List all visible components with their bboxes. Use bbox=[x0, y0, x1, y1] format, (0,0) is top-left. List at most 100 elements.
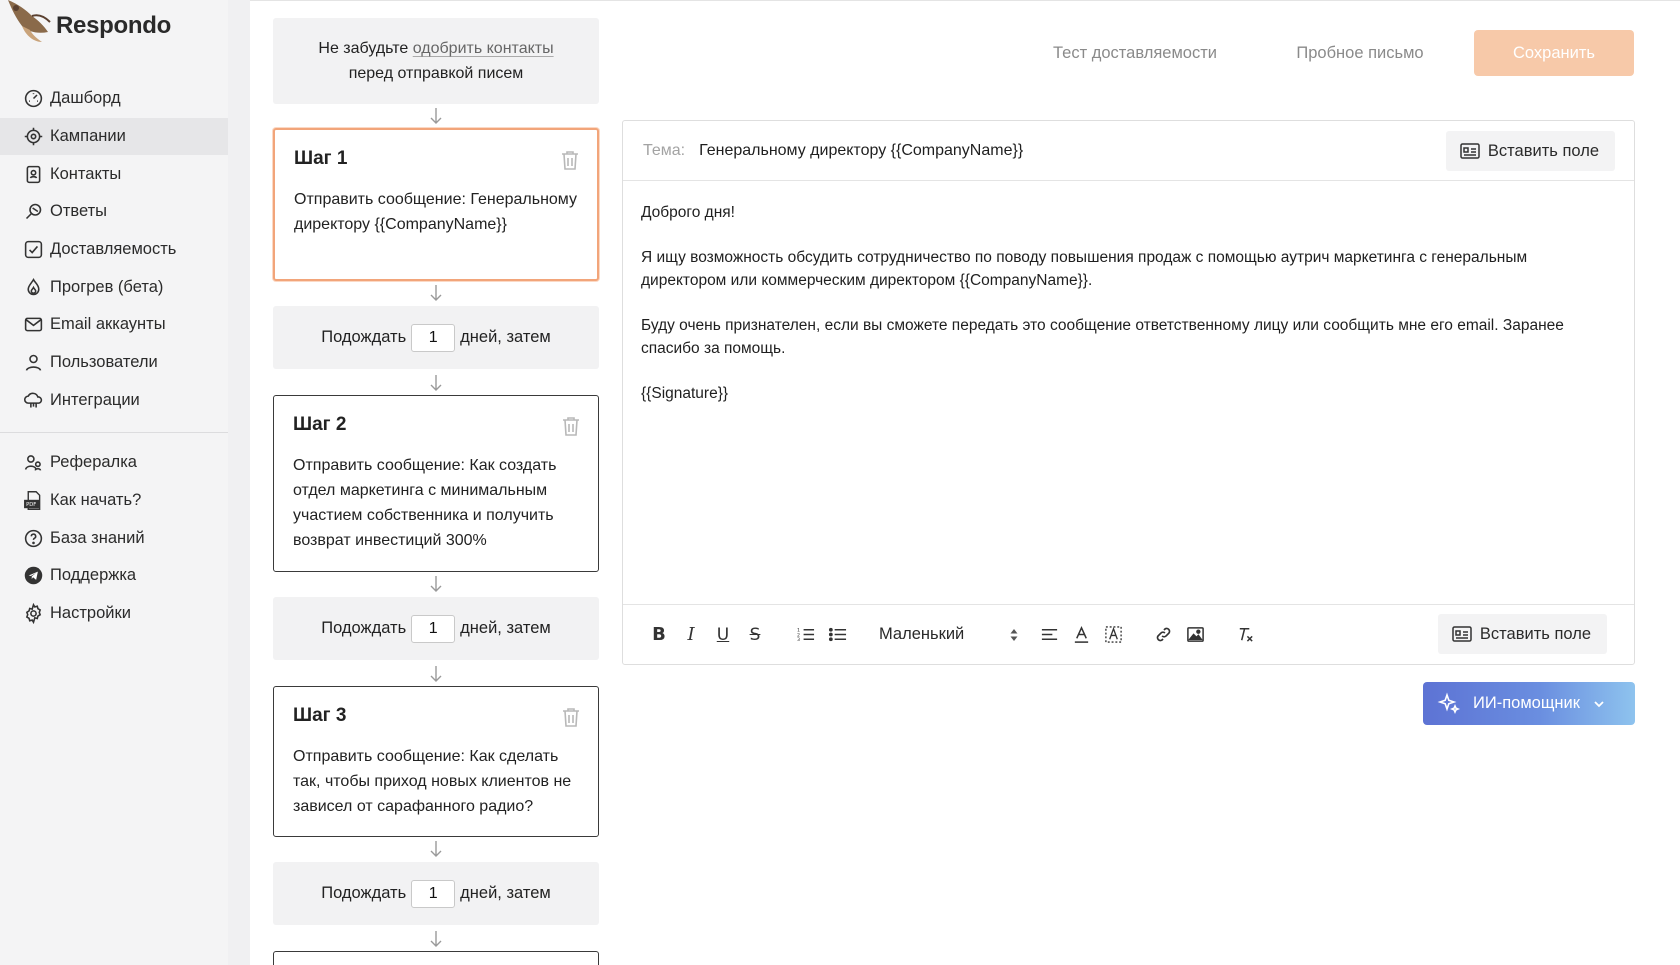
arrow-down-icon bbox=[428, 374, 444, 392]
secondary-nav: Рефералка PDF Как начать? База знаний По… bbox=[0, 444, 228, 632]
align-left-icon[interactable] bbox=[1033, 619, 1065, 651]
bullet-list-icon[interactable] bbox=[821, 619, 853, 651]
arrow-down-icon bbox=[428, 665, 444, 683]
main-nav: Дашборд Кампании Контакты Ответы Доставл… bbox=[0, 80, 228, 419]
sidebar-item-settings[interactable]: Настройки bbox=[0, 595, 228, 633]
sidebar-item-label: Email аккаунты bbox=[50, 315, 166, 334]
user-icon bbox=[22, 352, 44, 374]
italic-button[interactable]: I bbox=[675, 619, 707, 651]
wait-days-input[interactable] bbox=[411, 879, 456, 908]
sidebar-item-knowledge-base[interactable]: База знаний bbox=[0, 519, 228, 557]
sidebar-item-contacts[interactable]: Контакты bbox=[0, 155, 228, 193]
wait-suffix: дней, затем bbox=[460, 328, 551, 346]
step-card-2[interactable]: Шаг 2 Отправить сообщение: Как создать о… bbox=[273, 395, 599, 572]
sidebar-item-replies[interactable]: Ответы bbox=[0, 193, 228, 231]
background-color-icon[interactable] bbox=[1097, 619, 1129, 651]
test-email-button[interactable]: Пробное письмо bbox=[1280, 30, 1440, 76]
save-button[interactable]: Сохранить bbox=[1474, 30, 1634, 76]
sidebar-item-referral[interactable]: Рефералка bbox=[0, 444, 228, 482]
insert-field-button-subject[interactable]: Вставить поле bbox=[1445, 131, 1615, 171]
sidebar-item-campaigns[interactable]: Кампании bbox=[0, 117, 228, 156]
trash-icon[interactable] bbox=[561, 150, 579, 170]
chevron-down-icon bbox=[1594, 700, 1604, 707]
sidebar-item-label: Ответы bbox=[50, 202, 108, 221]
sidebar-item-label: База знаний bbox=[50, 528, 145, 547]
underline-button[interactable]: U bbox=[707, 619, 739, 651]
arrow-down-icon bbox=[428, 840, 444, 858]
id-card-icon bbox=[1452, 626, 1472, 642]
sparkles-icon bbox=[1437, 692, 1461, 714]
wait-prefix: Подождать bbox=[321, 328, 407, 346]
body-paragraph: Доброго дня! bbox=[641, 204, 735, 221]
wait-days-input[interactable] bbox=[411, 323, 456, 352]
step-body: Отправить сообщение: Как сделать так, чт… bbox=[293, 748, 572, 815]
sidebar-item-label: Настройки bbox=[50, 604, 131, 623]
font-size-select[interactable]: Маленький bbox=[879, 625, 1019, 644]
question-circle-icon bbox=[22, 527, 44, 549]
step-title: Шаг 1 bbox=[294, 148, 348, 169]
deliverability-test-button[interactable]: Тест доставляемости bbox=[1040, 30, 1230, 76]
step-title: Шаг 3 bbox=[293, 705, 347, 726]
insert-field-button-body[interactable]: Вставить поле bbox=[1437, 614, 1607, 654]
sidebar-item-label: Доставляемость bbox=[50, 240, 177, 259]
top-border bbox=[250, 0, 1680, 1]
image-icon[interactable] bbox=[1179, 619, 1211, 651]
font-size-value: Маленький bbox=[879, 625, 965, 643]
referral-users-icon bbox=[22, 452, 44, 474]
insert-field-label: Вставить поле bbox=[1479, 624, 1591, 643]
bold-button[interactable]: B bbox=[643, 619, 675, 651]
email-editor: Тема: Генеральному директору {{CompanyNa… bbox=[622, 120, 1635, 665]
step-card-3[interactable]: Шаг 3 Отправить сообщение: Как сделать т… bbox=[273, 686, 599, 837]
text-color-icon[interactable] bbox=[1065, 619, 1097, 651]
step-body: Отправить сообщение: Как создать отдел м… bbox=[293, 457, 557, 549]
gear-icon bbox=[22, 603, 44, 625]
note-text-suffix: перед отправкой писем bbox=[348, 65, 524, 82]
sidebar-item-deliverability[interactable]: Доставляемость bbox=[0, 231, 228, 269]
arrow-down-icon bbox=[428, 284, 444, 302]
step-card-4[interactable] bbox=[273, 951, 599, 965]
trash-icon[interactable] bbox=[562, 707, 580, 727]
sidebar-item-integrations[interactable]: Интеграции bbox=[0, 382, 228, 420]
wait-prefix: Подождать bbox=[321, 619, 407, 637]
sidebar-item-label: Кампании bbox=[50, 127, 126, 146]
sidebar-item-dashboard[interactable]: Дашборд bbox=[0, 80, 228, 118]
arrow-down-icon bbox=[428, 107, 444, 125]
subject-row: Тема: Генеральному директору {{CompanyNa… bbox=[623, 121, 1634, 181]
approve-contacts-link[interactable]: одобрить контакты bbox=[413, 40, 554, 57]
link-icon[interactable] bbox=[1147, 619, 1179, 651]
wait-days-input[interactable] bbox=[411, 614, 456, 643]
trash-icon[interactable] bbox=[562, 416, 580, 436]
updown-chevron-icon bbox=[1010, 628, 1018, 641]
body-paragraph: Буду очень признателен, если вы сможете … bbox=[641, 317, 1564, 357]
clear-formatting-icon[interactable] bbox=[1229, 619, 1261, 651]
subject-input[interactable]: Генеральному директору {{CompanyName}} bbox=[699, 142, 1023, 160]
flame-icon bbox=[22, 276, 44, 298]
sidebar-item-getting-started[interactable]: PDF Как начать? bbox=[0, 482, 228, 520]
sidebar-item-warmup[interactable]: Прогрев (бета) bbox=[0, 268, 228, 306]
checkbox-icon bbox=[22, 239, 44, 261]
step-title: Шаг 2 bbox=[293, 414, 347, 435]
approve-contacts-note: Не забудьте одобрить контакты перед отпр… bbox=[273, 18, 599, 104]
sidebar: Respondo Дашборд Кампании Контакты Ответ… bbox=[0, 0, 228, 965]
sidebar-item-label: Как начать? bbox=[50, 491, 142, 510]
sidebar-item-email-accounts[interactable]: Email аккаунты bbox=[0, 306, 228, 344]
sidebar-item-users[interactable]: Пользователи bbox=[0, 344, 228, 382]
email-body[interactable]: Доброго дня! Я ищу возможность обсудить … bbox=[641, 201, 1611, 405]
pdf-icon: PDF bbox=[22, 490, 44, 512]
ordered-list-icon[interactable]: 123 bbox=[789, 619, 821, 651]
ai-helper-button[interactable]: ИИ-помощник bbox=[1423, 682, 1635, 725]
arrow-down-icon bbox=[428, 930, 444, 948]
svg-text:PDF: PDF bbox=[26, 502, 36, 508]
mail-icon bbox=[22, 314, 44, 336]
arrow-down-icon bbox=[428, 575, 444, 593]
sidebar-item-label: Пользователи bbox=[50, 353, 158, 372]
cloud-icon bbox=[22, 389, 44, 411]
telegram-icon bbox=[22, 565, 44, 587]
sidebar-item-support[interactable]: Поддержка bbox=[0, 557, 228, 595]
step-card-1[interactable]: Шаг 1 Отправить сообщение: Генеральному … bbox=[273, 128, 599, 281]
sidebar-item-label: Интеграции bbox=[50, 390, 140, 409]
strikethrough-button[interactable]: S bbox=[739, 619, 771, 651]
sidebar-item-label: Поддержка bbox=[50, 566, 137, 585]
target-icon bbox=[22, 126, 44, 148]
subject-label: Тема: bbox=[643, 141, 686, 159]
